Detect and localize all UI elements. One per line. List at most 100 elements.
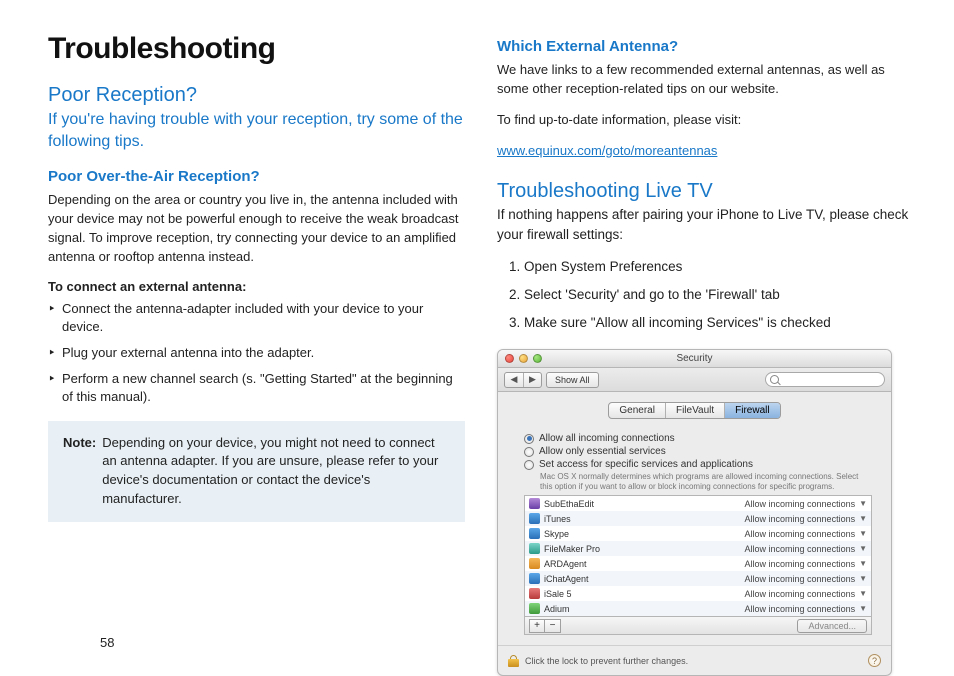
steps-list: Open System Preferences Select 'Security… <box>509 257 914 334</box>
window-title: Security <box>498 353 891 364</box>
back-button[interactable]: ◀ <box>505 373 523 387</box>
radio-essential[interactable]: Allow only essential services <box>524 446 873 457</box>
app-icon <box>529 573 540 584</box>
lock-text: Click the lock to prevent further change… <box>525 656 688 666</box>
radio-allow-all[interactable]: Allow all incoming connections <box>524 433 873 444</box>
toolbar: ◀ ▶ Show All <box>498 368 891 392</box>
app-icon <box>529 543 540 554</box>
app-name: Adium <box>544 604 745 614</box>
radio-label: Allow only essential services <box>539 446 666 457</box>
window-titlebar: Security <box>498 350 891 368</box>
list-item: Select 'Security' and go to the 'Firewal… <box>509 285 914 305</box>
permission-label: Allow incoming connections <box>745 529 860 539</box>
chevron-down-icon[interactable]: ▼ <box>859 544 867 553</box>
section-lead: If you're having trouble with your recep… <box>48 109 465 152</box>
tab-general[interactable]: General <box>609 403 666 418</box>
subheading-antenna: Which External Antenna? <box>497 38 914 55</box>
chevron-down-icon[interactable]: ▼ <box>859 514 867 523</box>
app-name: iSale 5 <box>544 589 745 599</box>
add-button[interactable]: + <box>529 619 545 633</box>
app-table: SubEthaEditAllow incoming connections▼iT… <box>524 495 872 617</box>
left-column: Troubleshooting Poor Reception? If you'r… <box>48 32 465 648</box>
list-item: Perform a new channel search (s. "Gettin… <box>48 370 465 406</box>
table-row[interactable]: SkypeAllow incoming connections▼ <box>525 526 871 541</box>
forward-button[interactable]: ▶ <box>523 373 541 387</box>
chevron-down-icon[interactable]: ▼ <box>859 574 867 583</box>
permission-label: Allow incoming connections <box>745 559 860 569</box>
app-name: ARDAgent <box>544 559 745 569</box>
table-row[interactable]: ARDAgentAllow incoming connections▼ <box>525 556 871 571</box>
subheading-ota: Poor Over-the-Air Reception? <box>48 168 465 185</box>
permission-label: Allow incoming connections <box>745 499 860 509</box>
bullet-list-connect: Connect the antenna-adapter included wit… <box>48 300 465 407</box>
radio-icon <box>524 434 534 444</box>
search-icon <box>770 375 779 384</box>
radio-icon <box>524 460 534 470</box>
list-item: Make sure "Allow all incoming Services" … <box>509 313 914 333</box>
lock-icon[interactable] <box>508 655 519 667</box>
note-label: Note: <box>63 434 96 509</box>
tabs-row: General FileVault Firewall <box>498 392 891 425</box>
table-row[interactable]: AdiumAllow incoming connections▼ <box>525 601 871 616</box>
app-icon <box>529 603 540 614</box>
bold-lead-connect: To connect an external antenna: <box>48 279 465 294</box>
chevron-down-icon[interactable]: ▼ <box>859 499 867 508</box>
right-column: Which External Antenna? We have links to… <box>497 32 914 648</box>
help-button[interactable]: ? <box>868 654 881 667</box>
tab-filevault[interactable]: FileVault <box>666 403 725 418</box>
list-item: Connect the antenna-adapter included wit… <box>48 300 465 336</box>
section-heading-reception: Poor Reception? <box>48 84 465 107</box>
permission-label: Allow incoming connections <box>745 589 860 599</box>
table-row[interactable]: FileMaker ProAllow incoming connections▼ <box>525 541 871 556</box>
firewall-panel: Allow all incoming connections Allow onl… <box>498 425 891 645</box>
list-item: Open System Preferences <box>509 257 914 277</box>
chevron-down-icon[interactable]: ▼ <box>859 589 867 598</box>
permission-label: Allow incoming connections <box>745 514 860 524</box>
remove-button[interactable]: − <box>545 619 561 633</box>
app-name: iChatAgent <box>544 574 745 584</box>
table-row[interactable]: SubEthaEditAllow incoming connections▼ <box>525 496 871 511</box>
app-icon <box>529 528 540 539</box>
external-link-antennas[interactable]: www.equinux.com/goto/moreantennas <box>497 143 717 158</box>
section-heading-livetv: Troubleshooting Live TV <box>497 180 914 203</box>
paragraph-livetv: If nothing happens after pairing your iP… <box>497 205 914 244</box>
app-icon <box>529 558 540 569</box>
radio-label: Allow all incoming connections <box>539 433 675 444</box>
chevron-down-icon[interactable]: ▼ <box>859 529 867 538</box>
app-name: FileMaker Pro <box>544 544 745 554</box>
paragraph-antenna-2: To find up-to-date information, please v… <box>497 111 914 130</box>
permission-label: Allow incoming connections <box>745 544 860 554</box>
page-title: Troubleshooting <box>48 32 465 66</box>
permission-label: Allow incoming connections <box>745 574 860 584</box>
app-icon <box>529 588 540 599</box>
radio-specific[interactable]: Set access for specific services and app… <box>524 459 873 470</box>
tab-firewall[interactable]: Firewall <box>725 403 779 418</box>
lock-row: Click the lock to prevent further change… <box>498 645 891 675</box>
app-icon <box>529 513 540 524</box>
chevron-down-icon[interactable]: ▼ <box>859 604 867 613</box>
show-all-button[interactable]: Show All <box>546 372 599 388</box>
app-name: SubEthaEdit <box>544 499 745 509</box>
security-prefs-window: Security ◀ ▶ Show All General FileVault … <box>497 349 892 676</box>
page-number: 58 <box>100 635 114 650</box>
hint-text: Mac OS X normally determines which progr… <box>540 472 870 491</box>
chevron-down-icon[interactable]: ▼ <box>859 559 867 568</box>
table-row[interactable]: iTunesAllow incoming connections▼ <box>525 511 871 526</box>
permission-label: Allow incoming connections <box>745 604 860 614</box>
app-name: Skype <box>544 529 745 539</box>
note-box: Note: Depending on your device, you migh… <box>48 421 465 522</box>
add-remove-segment: + − <box>529 619 561 633</box>
app-name: iTunes <box>544 514 745 524</box>
radio-icon <box>524 447 534 457</box>
search-input[interactable] <box>765 372 885 387</box>
tabs: General FileVault Firewall <box>608 402 780 419</box>
paragraph-ota: Depending on the area or country you liv… <box>48 191 465 266</box>
table-row[interactable]: iChatAgentAllow incoming connections▼ <box>525 571 871 586</box>
advanced-button[interactable]: Advanced... <box>797 619 867 633</box>
radio-label: Set access for specific services and app… <box>539 459 753 470</box>
note-text: Depending on your device, you might not … <box>102 434 450 509</box>
app-icon <box>529 498 540 509</box>
nav-segment: ◀ ▶ <box>504 372 542 388</box>
list-item: Plug your external antenna into the adap… <box>48 344 465 362</box>
table-row[interactable]: iSale 5Allow incoming connections▼ <box>525 586 871 601</box>
